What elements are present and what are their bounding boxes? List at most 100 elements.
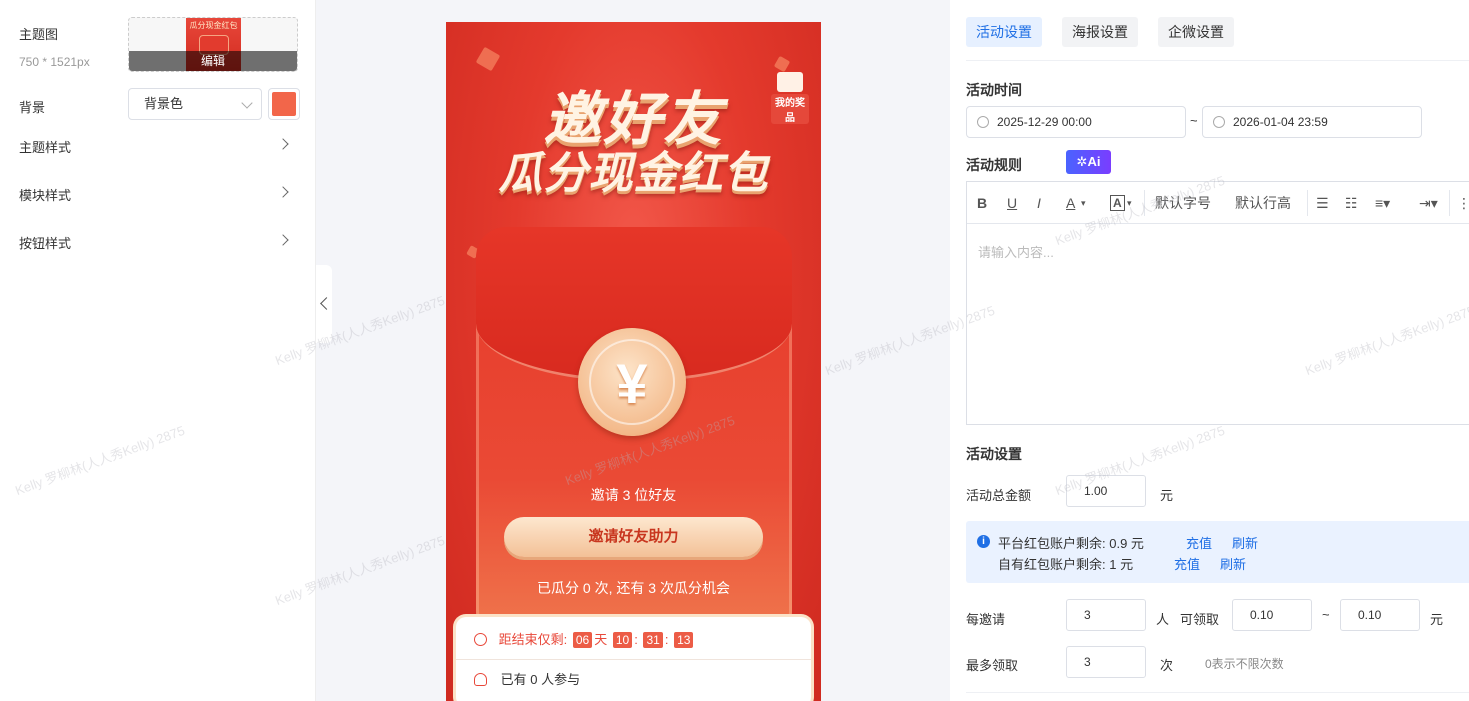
underline-button[interactable]: U (1007, 182, 1017, 224)
time-sep: : (664, 632, 669, 647)
align-icon[interactable]: ≡▾ (1375, 182, 1390, 224)
theme-thumb-text: 瓜分现金红包 (189, 21, 238, 30)
yuan-unit: 元 (1160, 488, 1174, 503)
chevron-down-icon (241, 97, 253, 109)
bullet-list-icon[interactable]: ☰ (1316, 182, 1329, 224)
chevron-right-icon[interactable] (277, 234, 289, 246)
my-prize-button[interactable]: 我的奖品 (771, 72, 809, 124)
font-size-select[interactable]: 默认字号 (1155, 182, 1211, 224)
tab-poster-settings[interactable]: 海报设置 (1062, 17, 1138, 47)
right-settings-panel: 活动设置 海报设置 企微设置 活动时间 2025-12-29 00:00 ~ 2… (950, 0, 1469, 701)
info-card: 距结束仅剩: 06 天 10: 31: 13 已有 0 人参与 (456, 617, 811, 701)
editor-toolbar: B U I A ▾ A ▾ 默认字号 默认行高 ☰ ☷ ≡▾ ⇥▾ ⋮ (967, 182, 1469, 224)
day-unit: 天 (594, 632, 608, 647)
countdown-hours: 10 (612, 632, 633, 648)
background-label: 背景 (19, 100, 46, 115)
invite-friends-button[interactable]: 邀请好友助力 (504, 517, 763, 557)
yuan-unit: 元 (1430, 612, 1444, 627)
end-time-value: 2026-01-04 23:59 (1233, 115, 1328, 129)
total-amount-input[interactable]: 1.00 (1066, 475, 1146, 507)
tab-activity-settings[interactable]: 活动设置 (966, 17, 1042, 47)
indent-icon[interactable]: ⇥▾ (1419, 182, 1438, 224)
platform-refresh-link[interactable]: 刷新 (1232, 533, 1258, 552)
theme-image-thumbnail[interactable]: 瓜分现金红包 编辑 (128, 17, 298, 72)
left-settings-panel: 主题图 750 * 1521px 瓜分现金红包 编辑 背景 背景色 主题样式 模… (0, 0, 316, 701)
card-divider (456, 659, 811, 660)
invite-text: 邀请 3 位好友 (590, 487, 677, 503)
total-amount-label: 活动总金额 (966, 488, 1032, 503)
countdown-minutes: 31 (643, 632, 663, 648)
module-style-row-label[interactable]: 模块样式 (19, 185, 71, 204)
clock-icon (1213, 116, 1225, 128)
divider (966, 692, 1469, 693)
own-recharge-link[interactable]: 充值 (1174, 554, 1200, 573)
person-unit: 人 (1156, 612, 1170, 627)
countdown-seconds: 13 (674, 632, 694, 648)
start-time-input[interactable]: 2025-12-29 00:00 (966, 106, 1186, 138)
chevron-right-icon[interactable] (277, 186, 289, 198)
bold-button[interactable]: B (977, 182, 987, 224)
edit-image-button[interactable]: 编辑 (129, 51, 297, 71)
range-separator: ~ (1190, 113, 1198, 128)
can-receive-label: 可领取 (1180, 612, 1220, 627)
button-style-row-label[interactable]: 按钮样式 (19, 233, 71, 252)
balance-notice: i 平台红包账户剩余: 0.9 元 充值 刷新 自有红包账户剩余: 1 元 充值… (966, 521, 1469, 583)
theme-style-row-label[interactable]: 主题样式 (19, 137, 71, 156)
toolbar-separator (1449, 190, 1450, 216)
rich-text-editor[interactable]: B U I A ▾ A ▾ 默认字号 默认行高 ☰ ☷ ≡▾ ⇥▾ ⋮ 请输入内… (966, 181, 1469, 425)
background-type-select[interactable]: 背景色 (128, 88, 262, 120)
preview-area: 邀好友 瓜分现金红包 我的奖品 ¥ 邀请 3 位好友 邀请好友助力 已瓜分 0 … (316, 0, 950, 701)
min-amount-input[interactable]: 0.10 (1232, 599, 1312, 631)
chevron-left-icon (320, 297, 333, 310)
clock-icon (977, 116, 989, 128)
users-icon (474, 673, 487, 686)
collapse-panel-button[interactable] (316, 265, 333, 343)
info-icon: i (977, 535, 990, 548)
time-sep: : (634, 632, 638, 647)
countdown-days: 06 (572, 632, 593, 648)
italic-button[interactable]: I (1037, 182, 1041, 224)
phone-preview: 邀好友 瓜分现金红包 我的奖品 ¥ 邀请 3 位好友 邀请好友助力 已瓜分 0 … (446, 22, 821, 701)
per-invite-label: 每邀请 (966, 612, 1006, 627)
decor-diamond (773, 55, 791, 73)
own-balance-text: 自有红包账户剩余: 1 元 (998, 557, 1134, 572)
end-time-input[interactable]: 2026-01-04 23:59 (1202, 106, 1422, 138)
yuan-symbol: ¥ (589, 339, 675, 425)
own-refresh-link[interactable]: 刷新 (1220, 554, 1246, 573)
caret-down-icon[interactable]: ▾ (1127, 182, 1132, 224)
per-invite-input[interactable]: 3 (1066, 599, 1146, 631)
times-unit: 次 (1160, 658, 1174, 673)
alarm-clock-icon (474, 633, 487, 646)
amount-range-separator: ~ (1322, 607, 1330, 622)
line-height-select[interactable]: 默认行高 (1235, 182, 1291, 224)
numbered-list-icon[interactable]: ☷ (1345, 182, 1358, 224)
divider (966, 60, 1469, 61)
editor-placeholder: 请输入内容... (978, 245, 1054, 260)
countdown-row: 距结束仅剩: 06 天 10: 31: 13 (474, 627, 695, 653)
tab-wecom-settings[interactable]: 企微设置 (1158, 17, 1234, 47)
background-color-picker[interactable] (268, 88, 300, 120)
activity-settings-label: 活动设置 (966, 446, 1022, 462)
platform-recharge-link[interactable]: 充值 (1186, 533, 1212, 552)
poster-title-line2: 瓜分现金红包 (498, 149, 769, 198)
activity-time-label: 活动时间 (966, 82, 1022, 98)
max-receive-input[interactable]: 3 (1066, 646, 1146, 678)
toolbar-separator (1307, 190, 1308, 216)
font-color-button[interactable]: A (1066, 182, 1075, 224)
decor-diamond (475, 46, 501, 72)
more-icon[interactable]: ⋮ (1457, 182, 1469, 224)
shared-status-text: 已瓜分 0 次, 还有 3 次瓜分机会 (537, 580, 730, 596)
bg-color-button[interactable]: A (1110, 182, 1125, 224)
prize-label: 我的奖品 (771, 94, 809, 124)
max-amount-input[interactable]: 0.10 (1340, 599, 1420, 631)
participants-text: 已有 0 人参与 (500, 672, 581, 687)
max-receive-label: 最多领取 (966, 658, 1019, 673)
color-swatch (272, 92, 296, 116)
unlimited-hint: 0表示不限次数 (1205, 657, 1284, 671)
platform-balance-text: 平台红包账户剩余: 0.9 元 (998, 536, 1144, 551)
caret-down-icon[interactable]: ▾ (1081, 182, 1086, 224)
coin-icon: ¥ (578, 328, 686, 436)
chevron-right-icon[interactable] (277, 138, 289, 150)
ai-assist-button[interactable]: ✲Ai (1066, 150, 1111, 174)
countdown-label: 距结束仅剩: (498, 632, 568, 647)
